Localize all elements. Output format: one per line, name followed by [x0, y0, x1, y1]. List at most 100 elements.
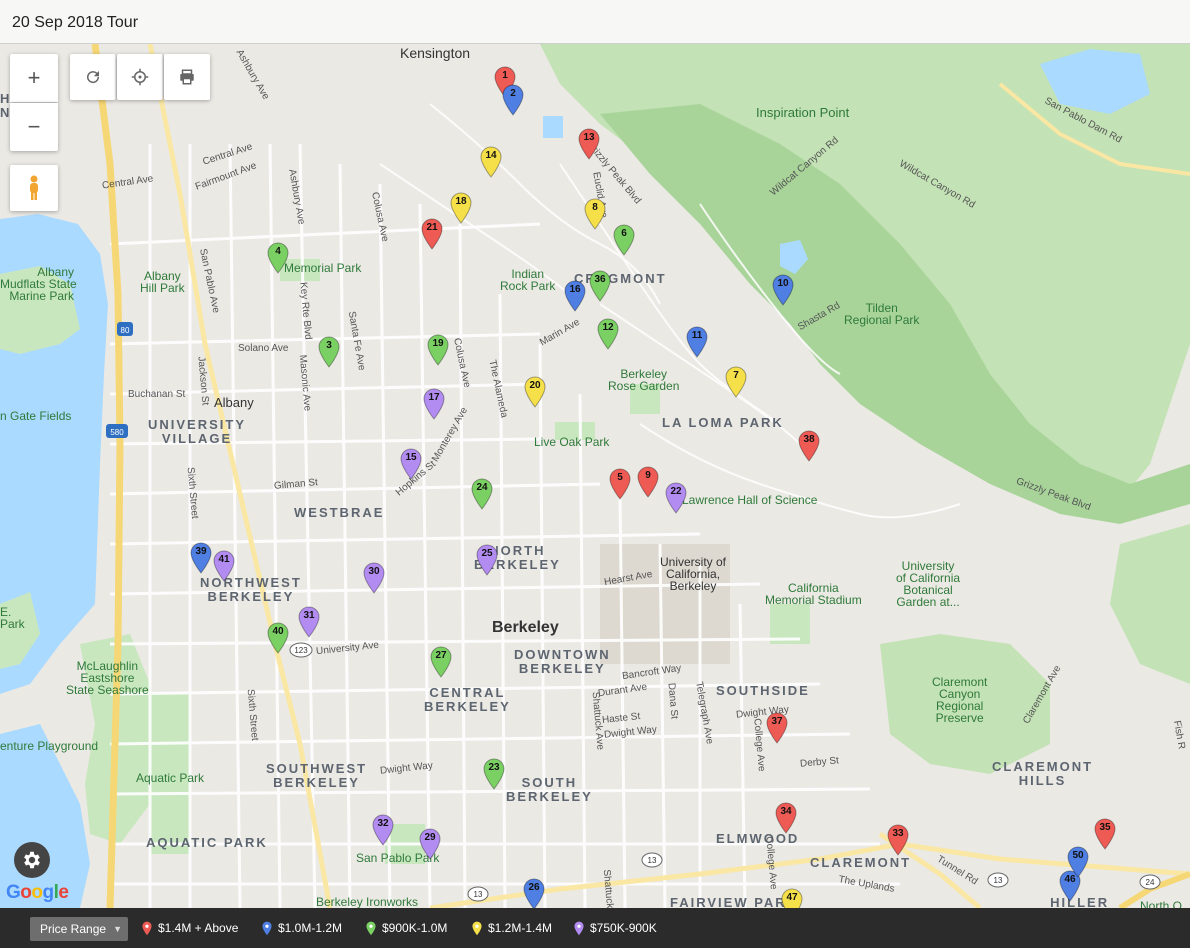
street-shattuck-2: Shattuck	[600, 869, 616, 908]
shield-13a: 13	[641, 852, 663, 868]
label-claremont-hills: CLAREMONT HILLS	[992, 759, 1094, 788]
property-marker-50[interactable]: 50	[1067, 846, 1089, 878]
chevron-down-icon: ▼	[113, 924, 123, 934]
property-marker-21[interactable]: 21	[421, 218, 443, 250]
marker-number: 4	[275, 246, 281, 257]
property-marker-39[interactable]: 39	[190, 542, 212, 574]
label-inspiration-point: Inspiration Point	[756, 105, 850, 120]
property-marker-16[interactable]: 16	[564, 280, 586, 312]
legend-item-2: $1.0M-1.2M	[262, 908, 342, 948]
property-marker-8[interactable]: 8	[584, 198, 606, 230]
pegman-button[interactable]	[10, 165, 58, 211]
legend-label-5: $750K-900K	[590, 921, 657, 935]
property-marker-6[interactable]: 6	[613, 224, 635, 256]
shield-580-text: 580	[110, 428, 124, 437]
label-gate-fields: n Gate Fields	[0, 409, 72, 423]
marker-number: 22	[670, 486, 682, 497]
property-marker-17[interactable]: 17	[423, 388, 445, 420]
property-marker-3[interactable]: 3	[318, 336, 340, 368]
property-marker-35[interactable]: 35	[1094, 818, 1116, 850]
crosshair-icon	[131, 68, 148, 86]
zoom-in-button[interactable]: +	[10, 54, 58, 102]
property-marker-24[interactable]: 24	[471, 478, 493, 510]
marker-number: 19	[432, 338, 444, 349]
marker-number: 5	[617, 472, 623, 483]
label-university-village: UNIVERSITY VILLAGE	[148, 417, 247, 446]
property-marker-25[interactable]: 25	[476, 544, 498, 576]
marker-number: 27	[435, 650, 447, 661]
property-marker-40[interactable]: 40	[267, 622, 289, 654]
property-marker-26[interactable]: 26	[523, 878, 545, 908]
property-marker-31[interactable]: 31	[298, 606, 320, 638]
marker-number: 47	[786, 892, 798, 903]
property-marker-37[interactable]: 37	[766, 712, 788, 744]
legend-label-3: $900K-1.0M	[382, 921, 448, 935]
property-marker-22[interactable]: 22	[665, 482, 687, 514]
label-adventure-playground: enture Playground	[0, 739, 99, 753]
refresh-icon	[86, 71, 99, 84]
marker-number: 30	[368, 566, 380, 577]
shield-80-text: 80	[121, 326, 130, 335]
property-marker-20[interactable]: 20	[524, 376, 546, 408]
property-marker-32[interactable]: 32	[372, 814, 394, 846]
settings-button[interactable]	[14, 842, 50, 878]
label-north-oakland-regional: North O Regiona	[1140, 899, 1183, 908]
property-marker-30[interactable]: 30	[363, 562, 385, 594]
label-berkeley-rose-garden: Berkeley Rose Garden	[608, 367, 680, 393]
property-marker-4[interactable]: 4	[267, 242, 289, 274]
property-marker-11[interactable]: 11	[686, 326, 708, 358]
property-marker-7[interactable]: 7	[725, 366, 747, 398]
property-marker-13[interactable]: 13	[578, 128, 600, 160]
label-claremont: CLAREMONT	[810, 855, 912, 870]
label-memorial-stadium: California Memorial Stadium	[765, 581, 862, 607]
property-marker-19[interactable]: 19	[427, 334, 449, 366]
refresh-button[interactable]	[70, 54, 116, 100]
marker-number: 21	[426, 222, 438, 233]
marker-number: 14	[485, 150, 497, 161]
marker-number: 40	[272, 626, 284, 637]
property-marker-14[interactable]: 14	[480, 146, 502, 178]
label-aquatic-park-area: AQUATIC PARK	[146, 835, 268, 850]
property-marker-9[interactable]: 9	[637, 466, 659, 498]
property-marker-12[interactable]: 12	[597, 318, 619, 350]
shield-13a-text: 13	[648, 856, 657, 865]
legend-bar: Price Range ▼ $1.4M + Above $1.0M-1.2M $…	[0, 908, 1190, 948]
label-fairview-park: FAIRVIEW PARK	[670, 895, 799, 908]
property-marker-41[interactable]: 41	[213, 550, 235, 582]
marker-number: 41	[218, 554, 230, 565]
property-marker-47[interactable]: 47	[781, 888, 803, 908]
property-marker-23[interactable]: 23	[483, 758, 505, 790]
legend-label-4: $1.2M-1.4M	[488, 921, 553, 935]
property-marker-10[interactable]: 10	[772, 274, 794, 306]
label-uc-berkeley: University of California, Berkeley	[660, 555, 727, 593]
marker-number: 39	[195, 546, 207, 557]
property-marker-15[interactable]: 15	[400, 448, 422, 480]
zoom-out-button[interactable]: −	[10, 103, 58, 151]
pegman-icon	[30, 175, 38, 200]
print-button[interactable]	[164, 54, 210, 100]
property-marker-34[interactable]: 34	[775, 802, 797, 834]
locate-button[interactable]	[117, 54, 163, 100]
property-marker-33[interactable]: 33	[887, 824, 909, 856]
map-canvas[interactable]: 80 580 123 13 13 13 24 Kensington Inspir…	[0, 44, 1190, 908]
label-albany-hill-park: Albany Hill Park	[140, 269, 185, 295]
property-marker-18[interactable]: 18	[450, 192, 472, 224]
label-lawrence-hall: Lawrence Hall of Science	[682, 493, 818, 507]
property-marker-38[interactable]: 38	[798, 430, 820, 462]
property-marker-5[interactable]: 5	[609, 468, 631, 500]
marker-number: 18	[455, 196, 467, 207]
property-marker-29[interactable]: 29	[419, 828, 441, 860]
print-icon	[180, 69, 194, 85]
marker-number: 16	[569, 284, 581, 295]
property-marker-36[interactable]: 36	[589, 270, 611, 302]
property-marker-27[interactable]: 27	[430, 646, 452, 678]
marker-number: 38	[803, 434, 815, 445]
page-header: 20 Sep 2018 Tour	[0, 0, 1190, 44]
legend-label-1: $1.4M + Above	[158, 921, 239, 935]
marker-number: 50	[1072, 850, 1084, 861]
property-marker-2[interactable]: 2	[502, 84, 524, 116]
price-range-dropdown[interactable]: Price Range ▼	[30, 917, 129, 941]
street-solano: Solano Ave	[238, 343, 289, 354]
legend-item-3: $900K-1.0M	[366, 908, 447, 948]
marker-number: 20	[529, 380, 541, 391]
